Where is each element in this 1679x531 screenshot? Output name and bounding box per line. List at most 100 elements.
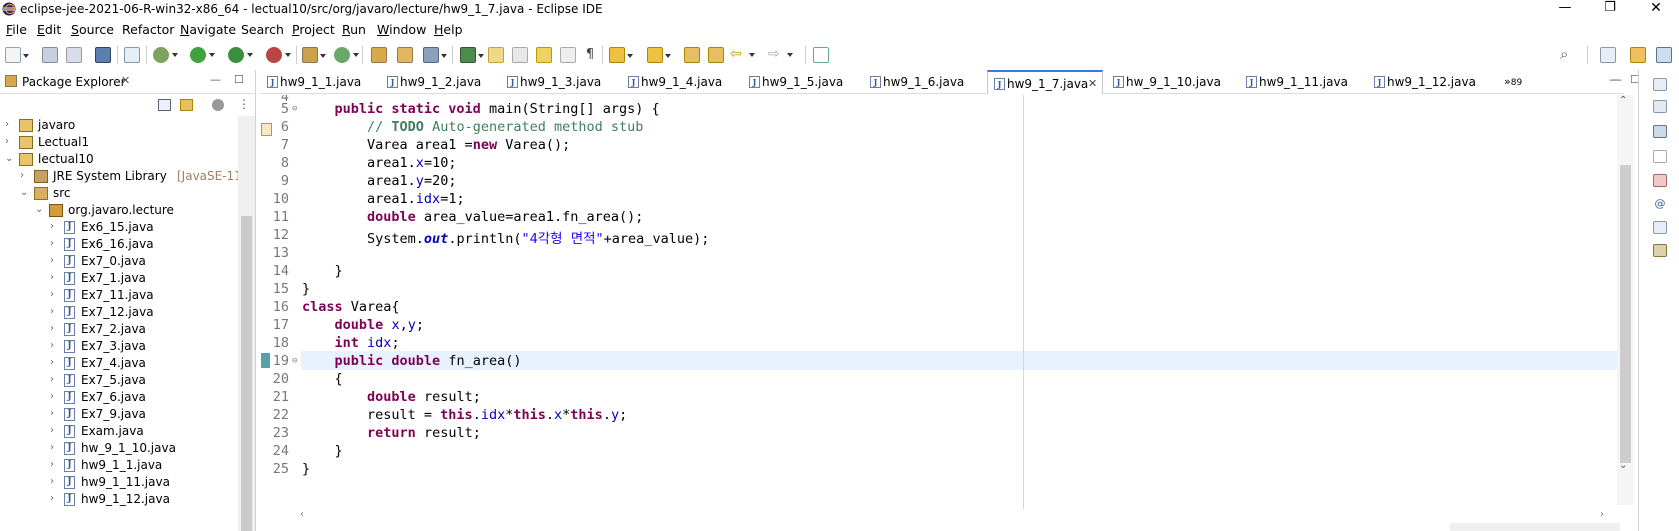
tab-hw9-1-11[interactable]: J hw9_1_11.java [1240,70,1362,94]
chevron-right-icon[interactable]: › [50,306,60,317]
tab-overflow-button[interactable]: »89 [1504,75,1522,88]
chevron-right-icon[interactable]: › [50,340,60,351]
chevron-right-icon[interactable]: › [50,357,60,368]
minimize-editor-icon-2[interactable]: — [1609,73,1620,86]
new-java-project-icon[interactable] [302,47,326,63]
chevron-right-icon[interactable]: › [50,289,60,300]
tab-hw9-1-6[interactable]: J hw9_1_6.java [864,70,978,94]
tree-item-java-file[interactable]: › J Ex7_5.java [0,372,238,390]
debug-icon[interactable] [153,47,178,63]
chevron-right-icon[interactable]: › [50,255,60,266]
menu-edit[interactable]: Edit [37,22,61,37]
tree-item-java-file[interactable]: › J Ex6_15.java [0,219,238,237]
chevron-right-icon[interactable]: › [50,374,60,385]
open-type-icon[interactable] [371,47,387,63]
chevron-right-icon[interactable]: › [50,238,60,249]
tree-item-java-file[interactable]: › J Ex7_1.java [0,270,238,288]
tree-item-java-file[interactable]: › J Ex7_4.java [0,355,238,373]
terminal-icon[interactable] [95,47,111,63]
tree-item-java-file[interactable]: › J Ex7_3.java [0,338,238,356]
close-window-button[interactable]: ✕ [1633,0,1679,20]
fold-toggle-icon[interactable]: ⊖ [292,104,297,114]
tab-hw9-1-12[interactable]: J hw9_1_12.java [1368,70,1490,94]
menu-source[interactable]: Source [71,22,114,37]
tree-item-java-file[interactable]: › J Ex7_11.java [0,287,238,305]
show-whitespace-icon[interactable] [560,47,576,63]
menu-file[interactable]: File [6,22,27,37]
java-perspective-icon[interactable] [1656,47,1672,63]
menu-window[interactable]: Window [377,22,426,37]
chevron-right-icon[interactable]: › [5,136,15,147]
close-tab-icon[interactable]: ✕ [1088,77,1097,90]
chevron-down-icon[interactable]: ⌄ [35,204,45,215]
chevron-right-icon[interactable]: › [5,119,15,130]
tab-hw9-1-5[interactable]: J hw9_1_5.java [743,70,857,94]
chevron-right-icon[interactable]: › [20,170,30,181]
task-list-icon[interactable] [1653,125,1667,138]
chevron-right-icon[interactable]: › [50,425,60,436]
tab-hw9-1-2[interactable]: J hw9_1_2.java [381,70,495,94]
pin-editor-icon[interactable] [708,47,724,63]
tree-item-java-file[interactable]: › Jhw9_1_1.java [0,457,238,475]
next-annotation-icon[interactable] [609,47,633,63]
console-icon[interactable] [1653,150,1667,163]
scroll-up-icon[interactable]: ⌃ [1619,95,1627,106]
scroll-right-icon[interactable]: › [1600,509,1604,520]
chevron-right-icon[interactable]: › [50,459,60,470]
menu-search[interactable]: Search [241,22,284,37]
tree-item-package[interactable]: ⌄ org.javaro.lecture [0,202,238,220]
tree-item-project[interactable]: › javaro [0,117,238,135]
servers-icon[interactable] [1653,244,1667,257]
chevron-right-icon[interactable]: › [50,442,60,453]
tree-item-java-file[interactable]: › J Ex7_6.java [0,389,238,407]
java-ee-perspective-icon[interactable] [1630,47,1646,63]
package-explorer-title[interactable]: Package Explorer [22,75,126,89]
editor-vertical-scrollbar[interactable]: ⌃ ⌄ [1617,95,1634,505]
chevron-right-icon[interactable]: › [50,408,60,419]
tree-item-java-file[interactable]: › Jhw9_1_12.java [0,491,238,509]
tree-item-java-file[interactable]: › J Ex6_16.java [0,236,238,254]
scroll-down-icon[interactable]: ⌄ [1619,460,1627,471]
outline-icon[interactable] [1653,100,1667,113]
skip-breakpoints-icon[interactable] [124,47,140,63]
toggle-mark-occurrences-icon[interactable] [488,47,504,63]
chevron-right-icon[interactable]: › [50,323,60,334]
search-tool-icon[interactable] [423,47,447,63]
scrollbar-thumb[interactable] [1620,165,1631,463]
previous-annotation-icon[interactable] [647,47,671,63]
tree-item-java-file[interactable]: › J Ex7_9.java [0,406,238,424]
tree-item-java-file[interactable]: › J Ex7_12.java [0,304,238,322]
toggle-block-selection-icon[interactable] [536,47,552,63]
link-with-editor-icon[interactable] [180,99,193,111]
code-editor[interactable]: 4 5 ⊖ public static void main(String[] ar… [259,95,1617,509]
new-class-icon[interactable] [334,47,359,63]
chevron-right-icon[interactable]: › [50,476,60,487]
tree-item-java-file[interactable]: › J Ex7_2.java [0,321,238,339]
tree-item-source-folder[interactable]: ⌄ src [0,185,238,203]
tree-item-project[interactable]: ⌄ lectual10 [0,151,238,169]
tab-hw9-1-7-active[interactable]: J hw9_1_7.java ✕ [987,70,1103,94]
toggle-word-wrap-icon[interactable] [512,47,528,63]
collapse-all-icon[interactable] [158,99,171,111]
new-icon[interactable] [5,47,29,63]
toggle-annotation-icon[interactable] [460,47,484,63]
tree-item-java-file[interactable]: › J Ex7_0.java [0,253,238,271]
javadoc-icon[interactable]: @ [1653,198,1667,211]
chevron-down-icon[interactable]: ⌄ [5,153,15,164]
tree-item-project[interactable]: › Lectual1 [0,134,238,152]
tree-item-java-file[interactable]: › Jhw9_1_11.java [0,474,238,492]
open-perspective-icon[interactable] [1600,47,1616,63]
menu-run[interactable]: Run [342,22,366,37]
editor-horizontal-scrollbar[interactable]: ‹ › [300,509,1617,523]
maximize-view-icon[interactable]: ☐ [234,73,244,86]
tree-item-java-file[interactable]: › Jhw_9_1_10.java [0,440,238,458]
view-menu-icon[interactable]: ⋮ [238,97,250,111]
scroll-left-icon[interactable]: ‹ [300,509,304,520]
tree-item-library[interactable]: › JRE System Library [JavaSE-11] [0,168,247,186]
coverage-icon[interactable] [228,47,253,63]
forward-icon[interactable]: ⇨ [768,47,793,63]
last-edit-location-icon[interactable] [684,47,700,63]
tree-item-java-file[interactable]: › J Exam.java [0,423,238,441]
menu-help[interactable]: Help [434,22,463,37]
chevron-down-icon[interactable]: ⌄ [20,187,30,198]
